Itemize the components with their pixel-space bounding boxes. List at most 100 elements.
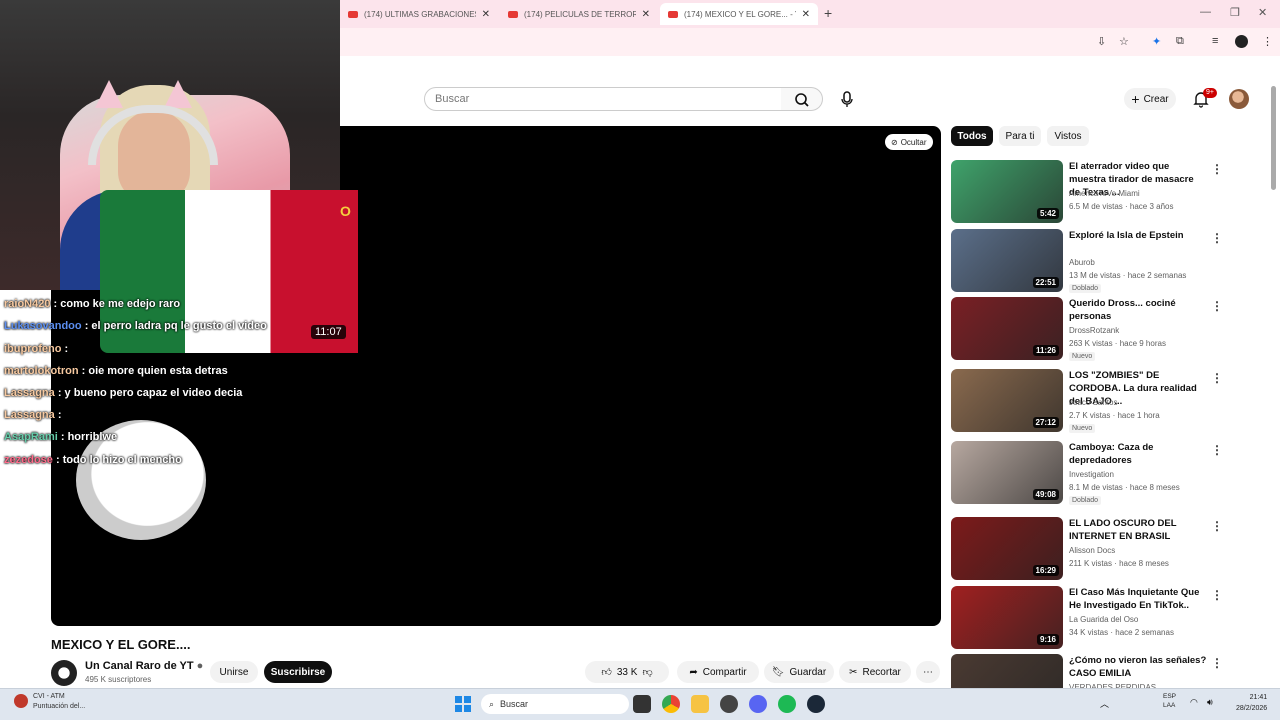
browser-tab-3[interactable]: (174) MEXICO Y EL GORE... - Yo ✕ bbox=[660, 3, 818, 25]
profile-avatar[interactable] bbox=[1235, 35, 1248, 48]
recommendation-thumbnail[interactable]: 11:26 bbox=[951, 297, 1063, 360]
more-options-icon[interactable]: ⋮ bbox=[1211, 656, 1221, 670]
recommendation-thumbnail[interactable]: 5:42 bbox=[951, 160, 1063, 223]
reading-list-icon[interactable]: ≡ bbox=[1212, 35, 1218, 47]
channel-name-text: Un Canal Raro de YT bbox=[85, 660, 194, 672]
hide-overlay-button[interactable]: ⊘ Ocultar bbox=[885, 134, 933, 150]
windows-start-icon[interactable] bbox=[455, 696, 471, 712]
recommendation-channel[interactable]: DrossRotzank bbox=[1069, 326, 1119, 335]
recommendation-title[interactable]: EL LADO OSCURO DEL INTERNET EN BRASIL bbox=[1069, 517, 1207, 543]
recommendation-channel[interactable]: AmericaTeVe Miami bbox=[1069, 189, 1140, 198]
wifi-icon[interactable]: ◠ bbox=[1190, 697, 1198, 708]
more-options-icon[interactable]: ⋮ bbox=[1211, 231, 1223, 245]
recommendation-thumbnail[interactable]: 22:51 bbox=[951, 229, 1063, 292]
recommendation-title[interactable]: Camboya: Caza de depredadores bbox=[1069, 441, 1207, 467]
cat-ear-right bbox=[164, 80, 192, 108]
discord-icon[interactable] bbox=[749, 695, 767, 713]
steam-icon[interactable] bbox=[807, 695, 825, 713]
join-button[interactable]: Unirse bbox=[210, 661, 258, 683]
bookmark-star-icon[interactable]: ☆ bbox=[1119, 35, 1129, 48]
subscribe-button[interactable]: Suscribirse bbox=[264, 661, 332, 683]
like-button[interactable]: 👍︎ 33 K bbox=[601, 666, 637, 679]
maximize-icon[interactable]: ❐ bbox=[1230, 6, 1240, 19]
more-options-icon[interactable]: ⋮ bbox=[1211, 519, 1223, 533]
clock-date: 28/2/2026 bbox=[1236, 705, 1268, 712]
browser-tab-1[interactable]: (174) ULTIMAS GRABACIONES ✕ bbox=[340, 3, 498, 25]
close-tab-icon[interactable]: ✕ bbox=[642, 9, 650, 20]
chip-para-ti[interactable]: Para ti bbox=[999, 126, 1041, 146]
share-button[interactable]: ➦ Compartir bbox=[677, 661, 759, 683]
voice-search-button[interactable] bbox=[834, 87, 860, 111]
recommendation-item[interactable]: ¿Cómo no vieron las señales? CASO EMILIA… bbox=[951, 654, 1221, 688]
new-tab-icon[interactable]: + bbox=[824, 5, 832, 21]
task-view-icon[interactable] bbox=[633, 695, 651, 713]
page-scrollbar[interactable] bbox=[1271, 86, 1276, 190]
recommendation-channel[interactable]: La Guarida del Oso bbox=[1069, 615, 1138, 624]
account-avatar[interactable] bbox=[1229, 89, 1249, 109]
more-options-icon[interactable]: ⋮ bbox=[1211, 162, 1223, 176]
recommendation-title[interactable]: ¿Cómo no vieron las señales? CASO EMILIA bbox=[1069, 654, 1207, 680]
recommendation-channel[interactable]: Joaco Santos bbox=[1069, 398, 1117, 407]
minimize-icon[interactable]: — bbox=[1200, 6, 1211, 18]
recommendation-item[interactable]: 49:08 Camboya: Caza de depredadores Inve… bbox=[951, 441, 1223, 505]
more-options-icon[interactable]: ⋮ bbox=[1211, 371, 1223, 385]
recommendation-title[interactable]: El Caso Más Inquietante Que He Investiga… bbox=[1069, 586, 1207, 612]
more-options-icon[interactable]: ⋮ bbox=[1211, 443, 1223, 457]
recommendation-thumbnail[interactable] bbox=[951, 654, 1063, 688]
extension-icon[interactable]: ✦ bbox=[1152, 35, 1161, 48]
obs-icon[interactable] bbox=[720, 695, 738, 713]
chat-text: : como ke me edejo raro bbox=[53, 298, 181, 310]
thumbnail-duration: 11:07 bbox=[311, 325, 346, 339]
thumbs-up-icon: 👍︎ bbox=[601, 667, 612, 678]
weather-widget-icon[interactable] bbox=[14, 694, 28, 708]
chip-todos[interactable]: Todos bbox=[951, 126, 993, 146]
close-window-icon[interactable]: ✕ bbox=[1258, 6, 1267, 19]
taskbar-clock[interactable]: 21:41 28/2/2026 bbox=[1236, 692, 1267, 714]
extensions-puzzle-icon[interactable]: ⧉ bbox=[1176, 35, 1184, 48]
recommendation-title[interactable]: Exploré la Isla de Epstein bbox=[1069, 229, 1207, 242]
chat-username: raioN420 bbox=[4, 298, 51, 310]
volume-icon[interactable]: 🔊︎ bbox=[1207, 697, 1213, 708]
save-button[interactable]: 🔖︎ Guardar bbox=[764, 661, 834, 683]
recommendation-thumbnail[interactable]: 9:16 bbox=[951, 586, 1063, 649]
more-options-icon[interactable]: ⋮ bbox=[1211, 588, 1223, 602]
recommendation-channel[interactable]: Investigation bbox=[1069, 470, 1114, 479]
close-tab-icon[interactable]: ✕ bbox=[802, 9, 810, 20]
close-tab-icon[interactable]: ✕ bbox=[482, 9, 490, 20]
bookmark-icon: 🔖︎ bbox=[771, 666, 785, 678]
recommendation-thumbnail[interactable]: 49:08 bbox=[951, 441, 1063, 504]
recommendation-channel[interactable]: Aburob bbox=[1069, 258, 1095, 267]
plus-icon: + bbox=[1131, 91, 1140, 107]
chip-vistos[interactable]: Vistos bbox=[1047, 126, 1089, 146]
recommendation-item[interactable]: 16:29 EL LADO OSCURO DEL INTERNET EN BRA… bbox=[951, 517, 1223, 581]
browser-menu-icon[interactable]: ⋮ bbox=[1262, 35, 1273, 48]
search-button[interactable] bbox=[781, 87, 823, 111]
channel-avatar[interactable] bbox=[51, 660, 77, 686]
language-indicator[interactable]: ESP LAA bbox=[1163, 692, 1176, 710]
recommendation-thumbnail[interactable]: 27:12 bbox=[951, 369, 1063, 432]
recommendation-item[interactable]: 27:12 LOS "ZOMBIES" DE CORDOBA. La dura … bbox=[951, 369, 1223, 433]
more-options-icon[interactable]: ⋮ bbox=[1211, 299, 1223, 313]
recommendation-item[interactable]: 9:16 El Caso Más Inquietante Que He Inve… bbox=[951, 586, 1223, 650]
recommendation-title[interactable]: Querido Dross... cociné personas bbox=[1069, 297, 1207, 323]
recommendation-item[interactable]: 11:26 Querido Dross... cociné personas D… bbox=[951, 297, 1223, 361]
recommendation-item[interactable]: 5:42 El aterrador video que muestra tira… bbox=[951, 160, 1223, 224]
weather-widget[interactable]: CVI - ATM Puntuación del... bbox=[33, 692, 85, 712]
dislike-button[interactable]: 👎︎ bbox=[642, 666, 652, 678]
tray-chevron-icon[interactable]: ︿ bbox=[1100, 697, 1109, 710]
search-input[interactable]: Buscar bbox=[424, 87, 782, 111]
file-explorer-icon[interactable] bbox=[691, 695, 709, 713]
recommendation-thumbnail[interactable]: 16:29 bbox=[951, 517, 1063, 580]
browser-tab-2[interactable]: (174) PELICULAS DE TERROR Q ✕ bbox=[500, 3, 658, 25]
chrome-icon[interactable] bbox=[662, 695, 680, 713]
more-icon: ⋯ bbox=[923, 666, 933, 678]
taskbar-search[interactable]: ⌕ Buscar bbox=[481, 694, 629, 714]
create-button[interactable]: + Crear bbox=[1124, 88, 1176, 110]
channel-name[interactable]: Un Canal Raro de YT ● bbox=[85, 660, 203, 672]
more-actions-button[interactable]: ⋯ bbox=[916, 661, 940, 683]
recommendation-item[interactable]: 22:51 Exploré la Isla de Epstein Aburob … bbox=[951, 229, 1223, 293]
recommendation-channel[interactable]: Alisson Docs bbox=[1069, 546, 1115, 555]
spotify-icon[interactable] bbox=[778, 695, 796, 713]
clip-button[interactable]: ✂ Recortar bbox=[839, 661, 911, 683]
install-app-icon[interactable]: ⇩ bbox=[1097, 35, 1106, 48]
